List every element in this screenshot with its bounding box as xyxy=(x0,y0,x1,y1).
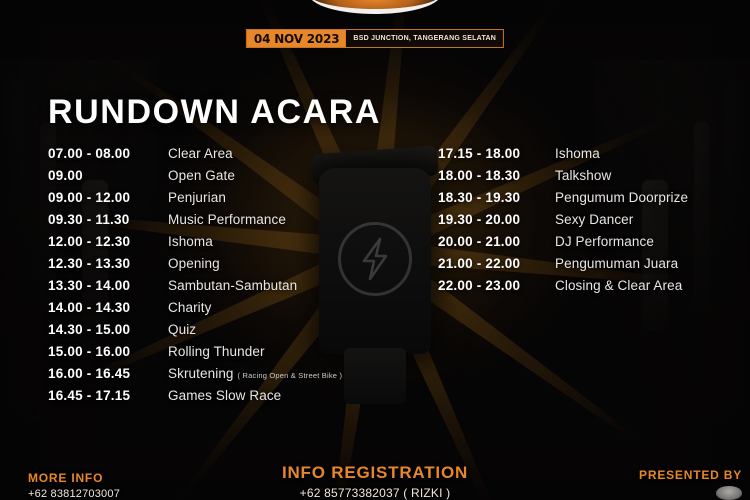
schedule-time: 16.00 - 16.45 xyxy=(48,366,131,381)
schedule-row: 12.30 - 13.30 Opening xyxy=(48,256,418,278)
schedule-activity: Ishoma xyxy=(555,146,600,161)
page-title: RUNDOWN ACARA xyxy=(48,93,382,131)
date-venue-banner: 04 NOV 2023 BSD JUNCTION, TANGERANG SELA… xyxy=(245,29,505,48)
schedule-activity: Music Performance xyxy=(168,212,286,227)
schedule-row: 12.00 - 12.30 Ishoma xyxy=(48,234,418,256)
schedule-time: 09.00 - 12.00 xyxy=(48,190,131,205)
schedule-row: 19.30 - 20.00 Sexy Dancer xyxy=(438,212,738,234)
schedule-activity: Skrutening xyxy=(168,366,234,381)
sponsor-logo xyxy=(716,486,742,500)
schedule-row: 14.30 - 15.00 Quiz xyxy=(48,322,418,344)
schedule-activity: Ishoma xyxy=(168,234,213,249)
schedule-row: 09.30 - 11.30 Music Performance xyxy=(48,212,418,234)
schedule-activity: Games Slow Race xyxy=(168,388,282,403)
schedule-activity: Penjurian xyxy=(168,190,226,205)
schedule-row: 13.30 - 14.00 Sambutan-Sambutan xyxy=(48,278,418,300)
schedule-column-right: 17.15 - 18.00 Ishoma 18.00 - 18.30 Talkshow… xyxy=(438,146,738,300)
presented-by-title: PRESENTED BY xyxy=(639,468,742,482)
schedule-activity: Talkshow xyxy=(555,168,612,183)
schedule-time: 20.00 - 21.00 xyxy=(438,234,521,249)
schedule-time: 18.30 - 19.30 xyxy=(438,190,521,205)
schedule-activity-note: ( Racing Open & Street Bike ) xyxy=(237,371,343,380)
footer-more-info: MORE INFO +62 83812703007 xyxy=(28,471,120,500)
schedule-activity: Charity xyxy=(168,300,212,315)
schedule-activity: Open Gate xyxy=(168,168,235,183)
schedule-activity: Sexy Dancer xyxy=(555,212,634,227)
schedule-activity: Pengumum Doorprize xyxy=(555,190,689,205)
more-info-phone[interactable]: +62 83812703007 xyxy=(28,488,120,500)
schedule-row: 18.30 - 19.30 Pengumum Doorprize xyxy=(438,190,738,212)
schedule-row: 09.00 - 12.00 Penjurian xyxy=(48,190,418,212)
schedule-activity: Pengumuman Juara xyxy=(555,256,679,271)
schedule-time: 18.00 - 18.30 xyxy=(438,168,521,183)
schedule-row: 15.00 - 16.00 Rolling Thunder xyxy=(48,344,418,366)
schedule-time: 09.30 - 11.30 xyxy=(48,212,130,227)
schedule-time: 16.45 - 17.15 xyxy=(48,388,131,403)
footer: MORE INFO +62 83812703007 INFO REGISTRAT… xyxy=(0,456,750,500)
schedule-row: 16.00 - 16.45 Skrutening( Racing Open & S… xyxy=(48,366,418,388)
schedule-time: 12.00 - 12.30 xyxy=(48,234,131,249)
schedule-row: 17.15 - 18.00 Ishoma xyxy=(438,146,738,168)
schedule-time: 15.00 - 16.00 xyxy=(48,344,131,359)
schedule-time: 19.30 - 20.00 xyxy=(438,212,521,227)
schedule-time: 17.15 - 18.00 xyxy=(438,146,521,161)
event-venue: BSD JUNCTION, TANGERANG SELATAN xyxy=(353,35,497,42)
schedule-time: 14.30 - 15.00 xyxy=(48,322,131,337)
schedule-activity: Rolling Thunder xyxy=(168,344,265,359)
event-rundown-poster: 04 NOV 2023 BSD JUNCTION, TANGERANG SELA… xyxy=(0,0,750,500)
schedule-activity: Opening xyxy=(168,256,220,271)
schedule-time: 22.00 - 23.00 xyxy=(438,278,521,293)
footer-presented-by: PRESENTED BY xyxy=(639,468,742,500)
schedule-row: 07.00 - 08.00 Clear Area xyxy=(48,146,418,168)
schedule-row: 14.00 - 14.30 Charity xyxy=(48,300,418,322)
event-date: 04 NOV 2023 xyxy=(246,30,347,47)
schedule-row: 22.00 - 23.00 Closing & Clear Area xyxy=(438,278,738,300)
schedule-time: 07.00 - 08.00 xyxy=(48,146,131,161)
schedule-row: 20.00 - 21.00 DJ Performance xyxy=(438,234,738,256)
schedule-column-left: 07.00 - 08.00 Clear Area 09.00 Open Gate 09.… xyxy=(48,146,418,410)
schedule-time: 21.00 - 22.00 xyxy=(438,256,521,271)
more-info-title: MORE INFO xyxy=(28,471,104,485)
registration-title: INFO REGISTRATION xyxy=(281,463,469,482)
schedule-activity: Clear Area xyxy=(168,146,233,161)
schedule-time: 13.30 - 14.00 xyxy=(48,278,131,293)
schedule-time: 09.00 xyxy=(48,168,83,183)
schedule-activity: DJ Performance xyxy=(555,234,654,249)
schedule-row: 16.45 - 17.15 Games Slow Race xyxy=(48,388,418,410)
schedule-activity: Closing & Clear Area xyxy=(555,278,683,293)
schedule-time: 12.30 - 13.30 xyxy=(48,256,131,271)
schedule-activity: Sambutan-Sambutan xyxy=(168,278,298,293)
schedule-row: 09.00 Open Gate xyxy=(48,168,418,190)
schedule-activity: Quiz xyxy=(168,322,197,337)
schedule-row: 21.00 - 22.00 Pengumuman Juara xyxy=(438,256,738,278)
registration-phone[interactable]: +62 85773382037 ( RIZKI ) xyxy=(282,486,468,500)
footer-registration: INFO REGISTRATION +62 85773382037 ( RIZK… xyxy=(282,463,468,500)
schedule-row: 18.00 - 18.30 Talkshow xyxy=(438,168,738,190)
schedule-time: 14.00 - 14.30 xyxy=(48,300,131,315)
